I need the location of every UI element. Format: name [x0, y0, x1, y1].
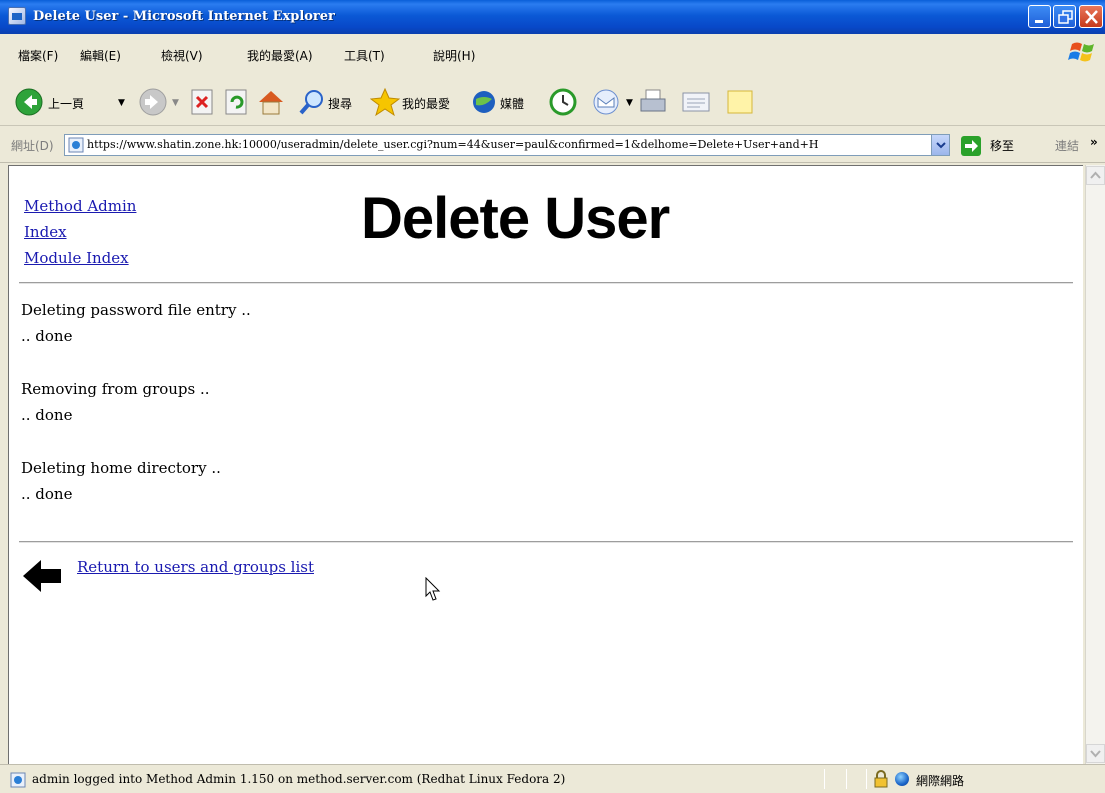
menu-view[interactable]: 檢視(V) — [161, 47, 203, 64]
security-zone-label: 網際網路 — [916, 774, 965, 788]
links-more-chevron[interactable]: » — [1090, 135, 1098, 149]
chevron-up-icon — [1090, 171, 1101, 179]
step-password-result: .. done — [21, 327, 73, 345]
status-text: admin logged into Method Admin 1.150 on … — [32, 772, 566, 786]
window-title: Delete User - Microsoft Internet Explore… — [33, 9, 335, 24]
toolbar: 上一頁 ▼ ▼ 搜尋 我的最愛 媒體 ▼ — [0, 78, 1105, 126]
link-module-index[interactable]: Module Index — [24, 249, 129, 267]
lock-icon[interactable] — [873, 770, 889, 788]
print-icon[interactable] — [638, 87, 670, 117]
ie-page-icon — [10, 772, 26, 788]
divider-top — [19, 282, 1073, 284]
minimize-button[interactable] — [1028, 5, 1051, 28]
menu-edit[interactable]: 編輯(E) — [80, 47, 121, 64]
close-icon — [1085, 10, 1098, 24]
go-label[interactable]: 移至 — [990, 137, 1014, 154]
forward-dropdown-icon[interactable]: ▼ — [172, 98, 179, 108]
favorites-label[interactable]: 我的最愛 — [402, 95, 450, 112]
media-icon[interactable] — [470, 87, 498, 117]
status-bar: admin logged into Method Admin 1.150 on … — [0, 764, 1105, 793]
status-separator — [866, 769, 867, 789]
link-index[interactable]: Index — [24, 223, 67, 241]
search-label[interactable]: 搜尋 — [328, 95, 352, 112]
address-bar: 網址(D) https://www.shatin.zone.hk:10000/u… — [0, 127, 1105, 163]
history-icon[interactable] — [548, 87, 578, 117]
address-url[interactable]: https://www.shatin.zone.hk:10000/useradm… — [87, 138, 925, 151]
go-arrow-icon — [965, 140, 978, 152]
close-button[interactable] — [1079, 5, 1103, 28]
vertical-scrollbar[interactable] — [1085, 165, 1105, 764]
menu-favorites[interactable]: 我的最愛(A) — [247, 47, 313, 64]
mail-dropdown-icon[interactable]: ▼ — [626, 98, 633, 108]
back-label[interactable]: 上一頁 — [48, 95, 84, 112]
forward-icon[interactable] — [138, 87, 168, 117]
links-label[interactable]: 連結 — [1055, 137, 1079, 154]
page-content: Method Admin Index Module Index Delete U… — [8, 165, 1083, 764]
divider-bottom — [19, 541, 1073, 543]
stop-icon[interactable] — [190, 87, 216, 117]
minimize-icon — [1035, 20, 1043, 23]
restore-icon — [1058, 10, 1073, 24]
address-input[interactable]: https://www.shatin.zone.hk:10000/useradm… — [64, 134, 950, 156]
link-method-admin[interactable]: Method Admin — [24, 197, 136, 215]
scroll-down-button[interactable] — [1086, 744, 1105, 763]
mouse-cursor-icon — [425, 577, 441, 601]
page-icon — [68, 137, 84, 153]
page-title: Delete User — [361, 186, 670, 251]
back-icon[interactable] — [14, 87, 44, 117]
scroll-up-button[interactable] — [1086, 166, 1105, 185]
media-label[interactable]: 媒體 — [500, 95, 524, 112]
go-button[interactable] — [961, 136, 981, 156]
step-home-result: .. done — [21, 485, 73, 503]
menu-bar: 檔案(F) 編輯(E) 檢視(V) 我的最愛(A) 工具(T) 說明(H) — [0, 34, 1105, 80]
home-icon[interactable] — [256, 87, 286, 117]
windows-logo-icon — [1068, 38, 1098, 66]
step-groups-result: .. done — [21, 406, 73, 424]
address-dropdown-button[interactable] — [931, 135, 949, 155]
status-separator — [824, 769, 825, 789]
mail-icon[interactable] — [592, 87, 626, 117]
menu-help[interactable]: 說明(H) — [433, 47, 475, 64]
chevron-down-icon — [936, 142, 946, 149]
back-dropdown-icon[interactable]: ▼ — [118, 98, 125, 108]
globe-icon — [895, 772, 909, 786]
edit-icon[interactable] — [680, 87, 712, 117]
restore-button[interactable] — [1053, 5, 1076, 28]
refresh-icon[interactable] — [224, 87, 250, 117]
title-bar[interactable]: Delete User - Microsoft Internet Explore… — [0, 0, 1105, 34]
messenger-note-icon[interactable] — [725, 87, 755, 117]
return-to-users-link[interactable]: Return to users and groups list — [77, 558, 314, 576]
menu-file[interactable]: 檔案(F) — [18, 47, 58, 64]
step-password-action: Deleting password file entry .. — [21, 301, 251, 319]
back-arrow-icon[interactable] — [21, 558, 63, 594]
menu-tools[interactable]: 工具(T) — [344, 47, 385, 64]
chevron-down-icon — [1090, 750, 1101, 758]
status-separator — [846, 769, 847, 789]
step-groups-action: Removing from groups .. — [21, 380, 210, 398]
address-label: 網址(D) — [11, 139, 54, 153]
favorites-star-icon[interactable] — [370, 87, 400, 117]
ie-app-icon — [8, 7, 26, 25]
search-icon[interactable] — [298, 87, 326, 117]
step-home-action: Deleting home directory .. — [21, 459, 221, 477]
nav-links: Method Admin Index Module Index — [24, 193, 136, 271]
